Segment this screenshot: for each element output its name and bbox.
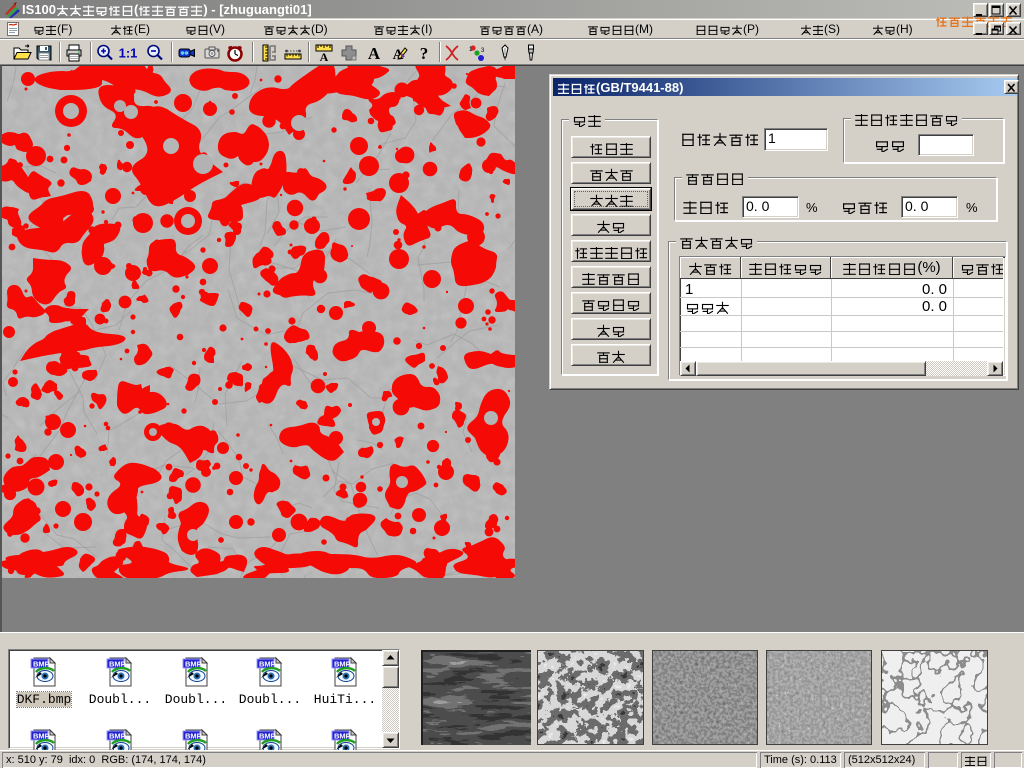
svg-text:A: A <box>320 50 329 63</box>
svg-text:1:1: 1:1 <box>118 46 137 61</box>
svg-text:?: ? <box>420 44 429 63</box>
svg-text:A: A <box>367 44 380 63</box>
svg-text:3: 3 <box>481 48 485 54</box>
